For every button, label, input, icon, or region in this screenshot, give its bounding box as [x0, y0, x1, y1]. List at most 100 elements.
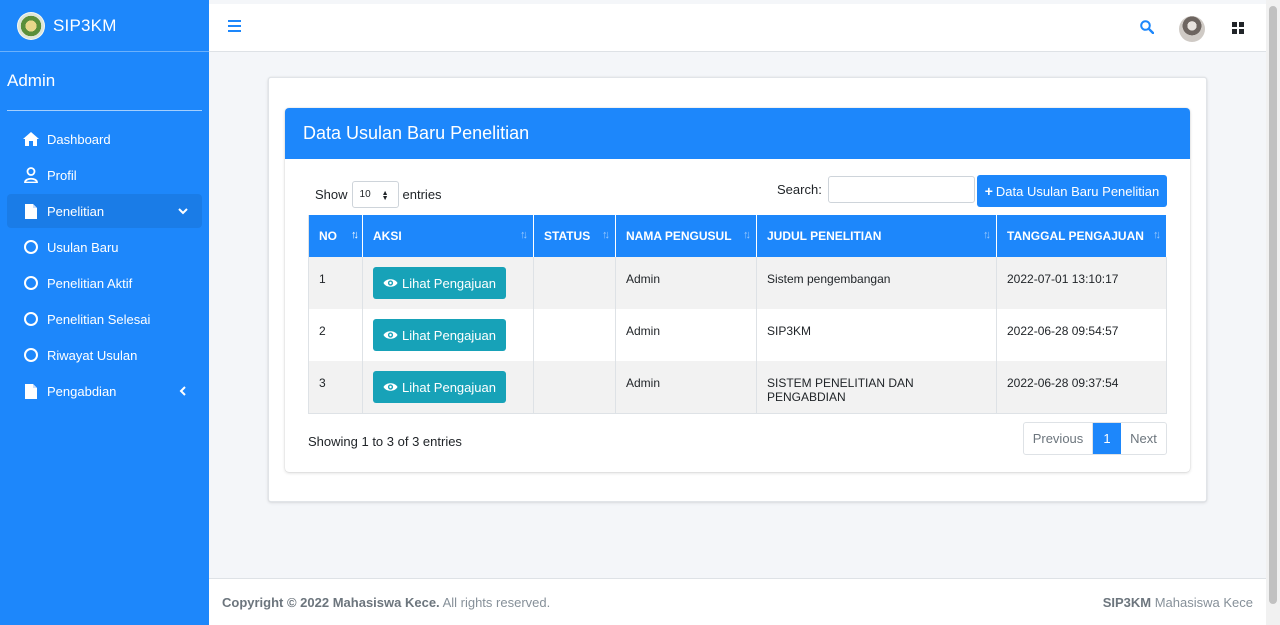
user-panel: Admin [7, 52, 202, 111]
user-icon [23, 167, 39, 183]
page-title: Data Usulan Baru Penelitian [303, 123, 530, 143]
column-header-aksi[interactable]: AKSI ↑↓ [362, 215, 534, 257]
cell-tanggal: 2022-06-28 09:37:54 [996, 361, 1167, 414]
cell-status [533, 257, 616, 309]
sidebar-item-label: Dashboard [47, 131, 111, 147]
sidebar-item-label: Riwayat Usulan [47, 347, 138, 363]
view-submission-button[interactable]: Lihat Pengajuan [373, 267, 506, 299]
search-label: Search: [777, 182, 822, 197]
user-name[interactable]: Admin [7, 71, 55, 91]
cell-judul: Sistem pengembangan [756, 257, 997, 309]
search-icon[interactable] [1140, 20, 1155, 35]
cell-no: 3 [308, 361, 363, 414]
sort-icon: ↑↓ [520, 229, 528, 241]
pagination-next[interactable]: Next [1121, 423, 1166, 454]
brand-name: SIP3KM [53, 15, 117, 35]
sidebar-item-penelitian-selesai[interactable]: Penelitian Selesai [7, 302, 202, 336]
add-usulan-button[interactable]: + Data Usulan Baru Penelitian [977, 175, 1167, 207]
sidebar-item-penelitian[interactable]: Penelitian [7, 194, 202, 228]
footer: Copyright © 2022 Mahasiswa Kece. All rig… [209, 578, 1266, 625]
search-input[interactable] [827, 176, 975, 203]
sidebar-item-usulan-baru[interactable]: Usulan Baru [7, 230, 202, 264]
page-scrollbar[interactable] [1266, 0, 1280, 625]
cell-pengusul: Admin [615, 361, 757, 414]
topbar [209, 4, 1266, 52]
sidebar-item-dashboard[interactable]: Dashboard [7, 122, 202, 156]
view-submission-button[interactable]: Lihat Pengajuan [373, 371, 506, 403]
sort-icon: ↑↓ [983, 229, 991, 241]
avatar[interactable] [1179, 16, 1205, 42]
eye-icon [383, 278, 398, 288]
eye-icon [383, 382, 398, 392]
content-wrapper-card: Data Usulan Baru Penelitian Show 10 ▲ ▼ e… [268, 77, 1207, 502]
sidebar-item-profil[interactable]: Profil [7, 158, 202, 192]
pagination-previous[interactable]: Previous [1024, 423, 1093, 454]
scrollbar-thumb[interactable] [1269, 6, 1277, 604]
copyright-bold: Copyright © 2022 Mahasiswa Kece. [222, 594, 440, 610]
pagination-page-1[interactable]: 1 [1093, 423, 1121, 454]
cell-aksi: Lihat Pengajuan [362, 361, 534, 414]
sidebar-item-pengabdian[interactable]: Pengabdian [7, 374, 202, 408]
cell-judul: SISTEM PENELITIAN DAN PENGABDIAN [756, 361, 997, 414]
sidebar-item-penelitian-aktif[interactable]: Penelitian Aktif [7, 266, 202, 300]
sort-asc-icon: ↑↓ [351, 229, 359, 241]
column-header-judul-penelitian[interactable]: JUDUL PENELITIAN ↑↓ [756, 215, 997, 257]
entries-label: entries [402, 187, 442, 202]
column-header-status[interactable]: STATUS ↑↓ [533, 215, 616, 257]
cell-aksi: Lihat Pengajuan [362, 257, 534, 309]
show-entries: Show 10 ▲ ▼ entries [315, 181, 442, 208]
table-info: Showing 1 to 3 of 3 entries [308, 434, 462, 449]
cell-pengusul: Admin [615, 257, 757, 309]
column-header-no[interactable]: NO ↑↓ [308, 215, 363, 257]
add-button-label: Data Usulan Baru Penelitian [995, 183, 1160, 199]
circle-icon [23, 311, 39, 327]
column-header-tanggal-pengajuan[interactable]: TANGGAL PENGAJUAN ↑↓ [996, 215, 1167, 257]
chevron-left-icon [178, 384, 188, 396]
sidebar-item-label: Penelitian [47, 203, 105, 219]
cell-pengusul: Admin [615, 309, 757, 361]
footer-brand: SIP3KM [1102, 594, 1152, 610]
footer-brand-rest: Mahasiswa Kece [1151, 594, 1253, 610]
view-submission-button[interactable]: Lihat Pengajuan [373, 319, 506, 351]
table-header-row: NO ↑↓ AKSI ↑↓ STATUS ↑↓ NAMA PENGUSUL ↑↓ JUD… [308, 215, 1167, 257]
table-controls: Show 10 ▲ ▼ entries Search: + Data Usulan… [315, 175, 1175, 208]
table-row: 1 Lihat Pengajuan Admin Sistem pengemban… [308, 257, 1167, 309]
sidebar-item-label: Penelitian Selesai [47, 311, 151, 327]
cell-status [533, 309, 616, 361]
sidebar-item-label: Pengabdian [47, 383, 117, 399]
file-icon [23, 383, 39, 399]
sidebar-item-label: Penelitian Aktif [47, 275, 133, 291]
table-row: 2 Lihat Pengajuan Admin SIP3KM 2022-06-2… [308, 309, 1167, 361]
brand-logo [17, 11, 45, 40]
table-search: Search: [777, 176, 975, 203]
circle-icon [23, 275, 39, 291]
sidebar-nav: Dashboard Profil Penelitian Usulan Baru … [0, 111, 209, 408]
card-header: Data Usulan Baru Penelitian [285, 108, 1190, 159]
copyright: Copyright © 2022 Mahasiswa Kece. All rig… [222, 595, 550, 610]
entries-value: 10 [359, 189, 371, 200]
sort-icon: ↑↓ [602, 229, 610, 241]
entries-select[interactable]: 10 ▲ ▼ [351, 181, 399, 208]
sort-icon: ↑↓ [1153, 229, 1161, 241]
sidebar-item-riwayat-usulan[interactable]: Riwayat Usulan [7, 338, 202, 372]
select-arrows-icon: ▲ ▼ [381, 190, 389, 202]
cell-tanggal: 2022-06-28 09:54:57 [996, 309, 1167, 361]
copyright-rest: All rights reserved. [439, 594, 551, 610]
sidebar-item-label: Usulan Baru [47, 239, 119, 255]
cell-judul: SIP3KM [756, 309, 997, 361]
sidebar: SIP3KM Admin Dashboard Profil Penelitian [0, 0, 209, 625]
cell-status [533, 361, 616, 414]
menu-toggle-icon[interactable] [228, 20, 241, 32]
eye-icon [383, 330, 398, 340]
show-label: Show [315, 187, 348, 202]
pagination: Previous 1 Next [1023, 422, 1167, 455]
home-icon [23, 131, 39, 147]
cell-tanggal: 2022-07-01 13:10:17 [996, 257, 1167, 309]
circle-icon [23, 239, 39, 255]
footer-version: SIP3KM Mahasiswa Kece [1103, 595, 1253, 610]
brand-link[interactable]: SIP3KM [0, 0, 209, 52]
column-header-nama-pengusul[interactable]: NAMA PENGUSUL ↑↓ [615, 215, 757, 257]
circle-icon [23, 347, 39, 363]
grid-apps-icon[interactable] [1232, 22, 1244, 34]
cell-no: 1 [308, 257, 363, 309]
